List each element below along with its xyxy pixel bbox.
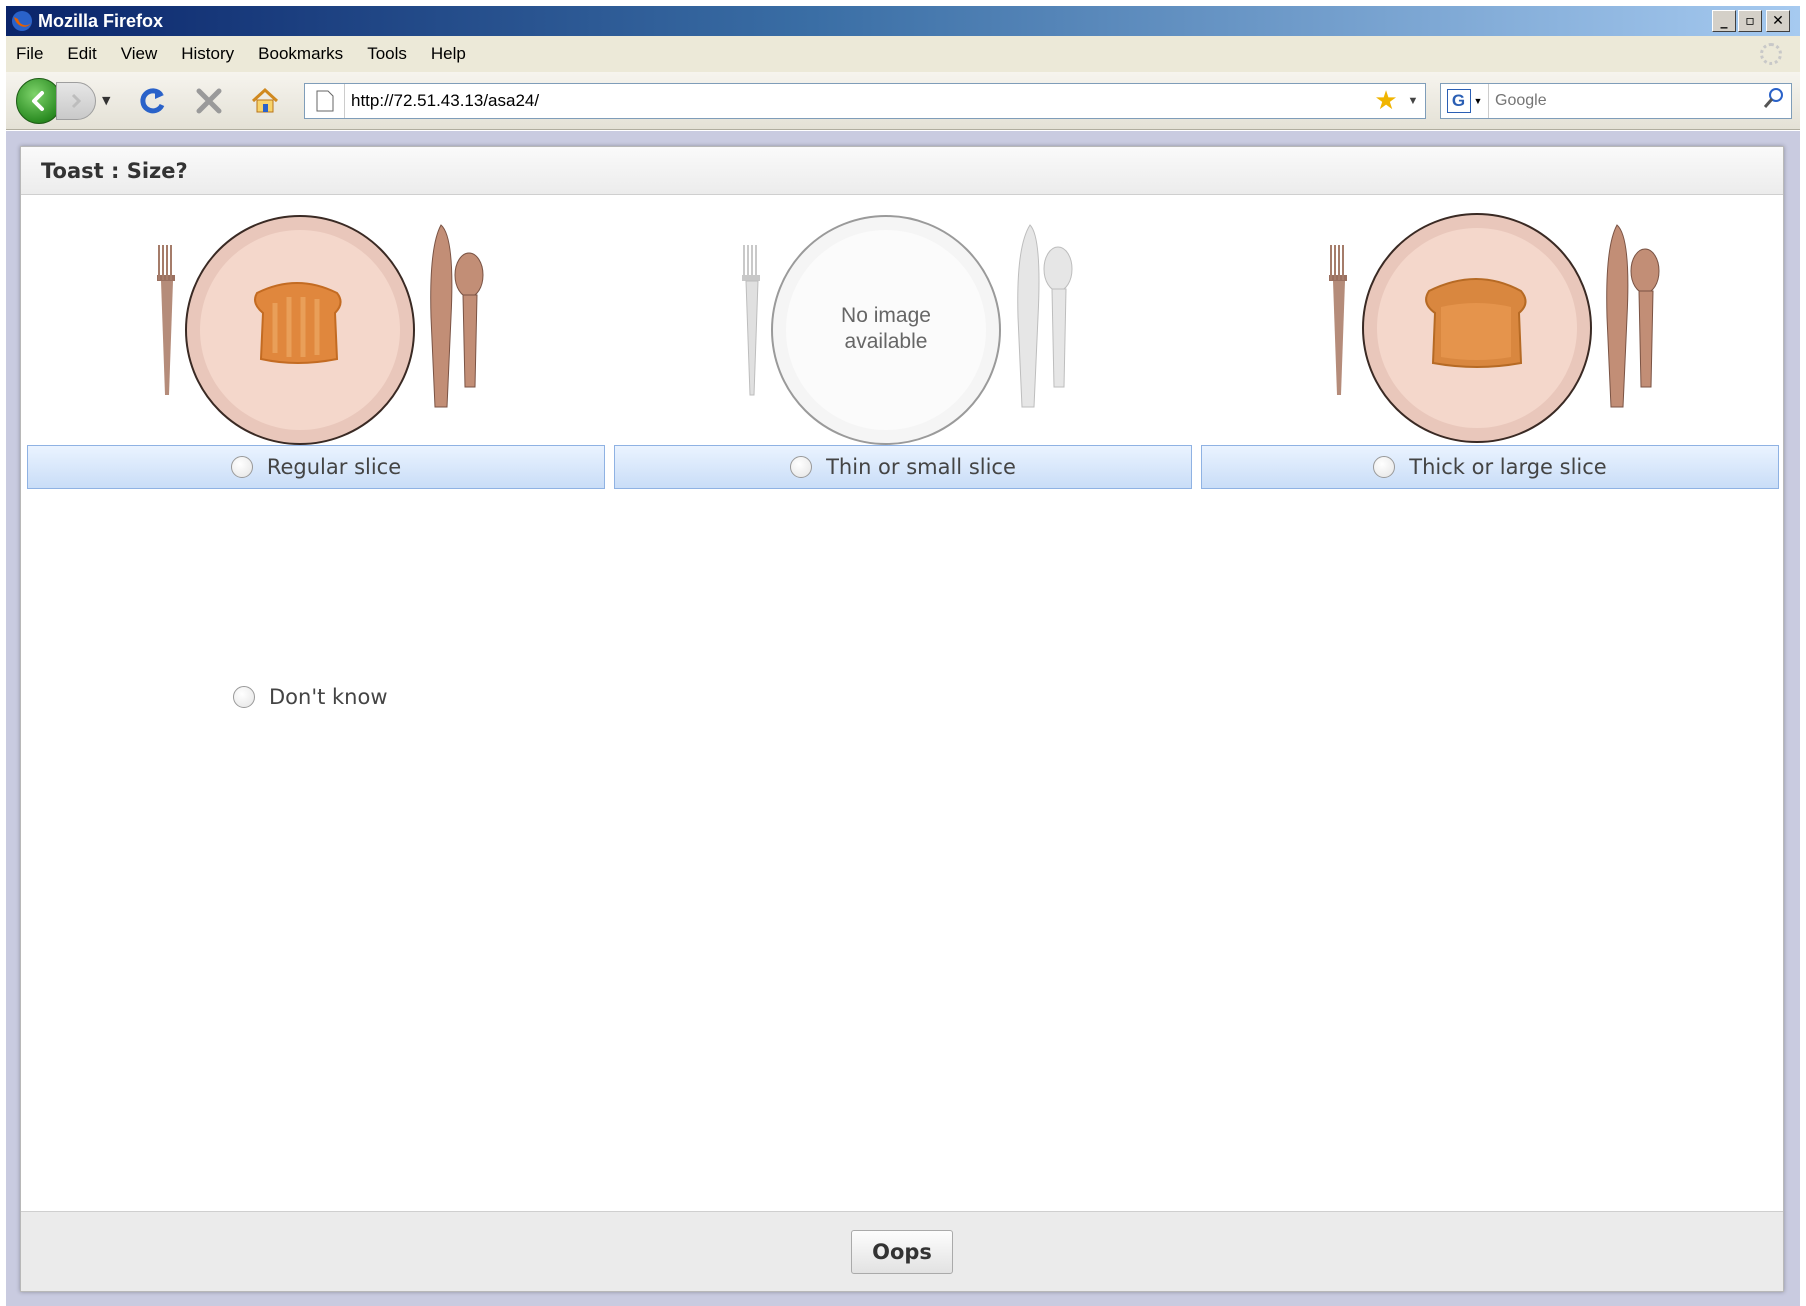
option-regular-slice-text: Regular slice <box>266 455 402 479</box>
option-thick-large-slice[interactable]: Thick or large slice <box>1201 207 1779 489</box>
dont-know-option[interactable]: Don't know <box>233 685 388 709</box>
menu-tools[interactable]: Tools <box>355 44 419 64</box>
google-g-icon: G <box>1446 88 1471 113</box>
engine-dropdown-icon: ▼ <box>1473 95 1483 106</box>
regular-toast-plate-image <box>157 215 484 445</box>
url-dropdown-icon[interactable]: ▼ <box>1401 95 1425 107</box>
option-regular-slice[interactable]: Regular slice <box>27 207 605 489</box>
throbber-icon <box>1760 43 1782 65</box>
forward-arrow-icon <box>71 93 82 108</box>
option-thick-large-slice-label[interactable]: Thick or large slice <box>1201 445 1779 489</box>
dialog-footer: Oops <box>21 1211 1783 1291</box>
menu-view[interactable]: View <box>109 44 170 64</box>
no-image-text-2: available <box>845 330 928 353</box>
page-icon <box>305 83 345 118</box>
option-thin-small-slice-label[interactable]: Thin or small slice <box>614 445 1192 489</box>
search-bar[interactable]: G ▼ <box>1440 82 1792 119</box>
thick-toast-plate-image <box>1329 213 1660 443</box>
search-engine-selector[interactable]: G ▼ <box>1441 83 1489 118</box>
menu-bar: File Edit View History Bookmarks Tools H… <box>6 36 1800 72</box>
url-text[interactable]: http://72.51.43.13/asa24/ <box>351 91 1371 111</box>
menu-history[interactable]: History <box>169 44 246 64</box>
option-regular-slice-label[interactable]: Regular slice <box>27 445 605 489</box>
menu-file[interactable]: File <box>6 44 55 64</box>
radio-regular-slice[interactable] <box>230 456 253 478</box>
home-icon <box>251 87 279 112</box>
navigation-toolbar: ▼ http://72.51.43.13/asa24/ ★ ▼ G ▼ <box>6 72 1800 130</box>
toast-size-dialog: Toast : Size? Regular slice No image ava… <box>20 146 1784 1292</box>
option-thin-small-slice[interactable]: No image available Thin or small slice <box>614 207 1192 489</box>
stop-icon <box>196 88 222 113</box>
stop-button[interactable] <box>192 84 226 118</box>
title-bar: Mozilla Firefox _ ▫ ✕ <box>6 6 1800 36</box>
history-dropdown-icon[interactable]: ▼ <box>102 94 114 107</box>
no-image-text-1: No image <box>841 304 931 327</box>
menu-edit[interactable]: Edit <box>55 44 108 64</box>
dialog-header: Toast : Size? <box>21 147 1783 195</box>
radio-thin-small-slice[interactable] <box>790 456 813 478</box>
forward-button[interactable] <box>56 81 96 120</box>
search-magnifier-icon[interactable] <box>1757 86 1791 115</box>
radio-thick-large-slice[interactable] <box>1373 456 1396 478</box>
dont-know-label: Don't know <box>269 685 388 709</box>
window-title: Mozilla Firefox <box>38 10 164 31</box>
option-thin-small-slice-text: Thin or small slice <box>826 455 1016 479</box>
option-thick-large-slice-text: Thick or large slice <box>1409 455 1607 479</box>
dialog-title: Toast : Size? <box>41 158 188 183</box>
menu-bookmarks[interactable]: Bookmarks <box>246 44 355 64</box>
reload-button[interactable] <box>136 84 170 118</box>
home-button[interactable] <box>248 84 282 118</box>
menu-help[interactable]: Help <box>419 44 478 64</box>
size-options: Regular slice No image available Thin or… <box>27 207 1779 489</box>
radio-dont-know[interactable] <box>233 686 255 708</box>
no-image-plate-image: No image available <box>742 215 1073 445</box>
url-bar[interactable]: http://72.51.43.13/asa24/ ★ ▼ <box>304 82 1426 119</box>
oops-button[interactable]: Oops <box>851 1229 953 1274</box>
search-input[interactable] <box>1489 91 1757 110</box>
close-button[interactable]: ✕ <box>1766 10 1790 32</box>
bookmark-star-icon[interactable]: ★ <box>1371 85 1401 116</box>
back-arrow-icon <box>32 90 44 111</box>
restore-button[interactable]: ▫ <box>1738 10 1762 32</box>
firefox-logo-icon <box>12 11 32 31</box>
reload-icon <box>140 87 165 113</box>
minimize-button[interactable]: _ <box>1712 10 1736 32</box>
